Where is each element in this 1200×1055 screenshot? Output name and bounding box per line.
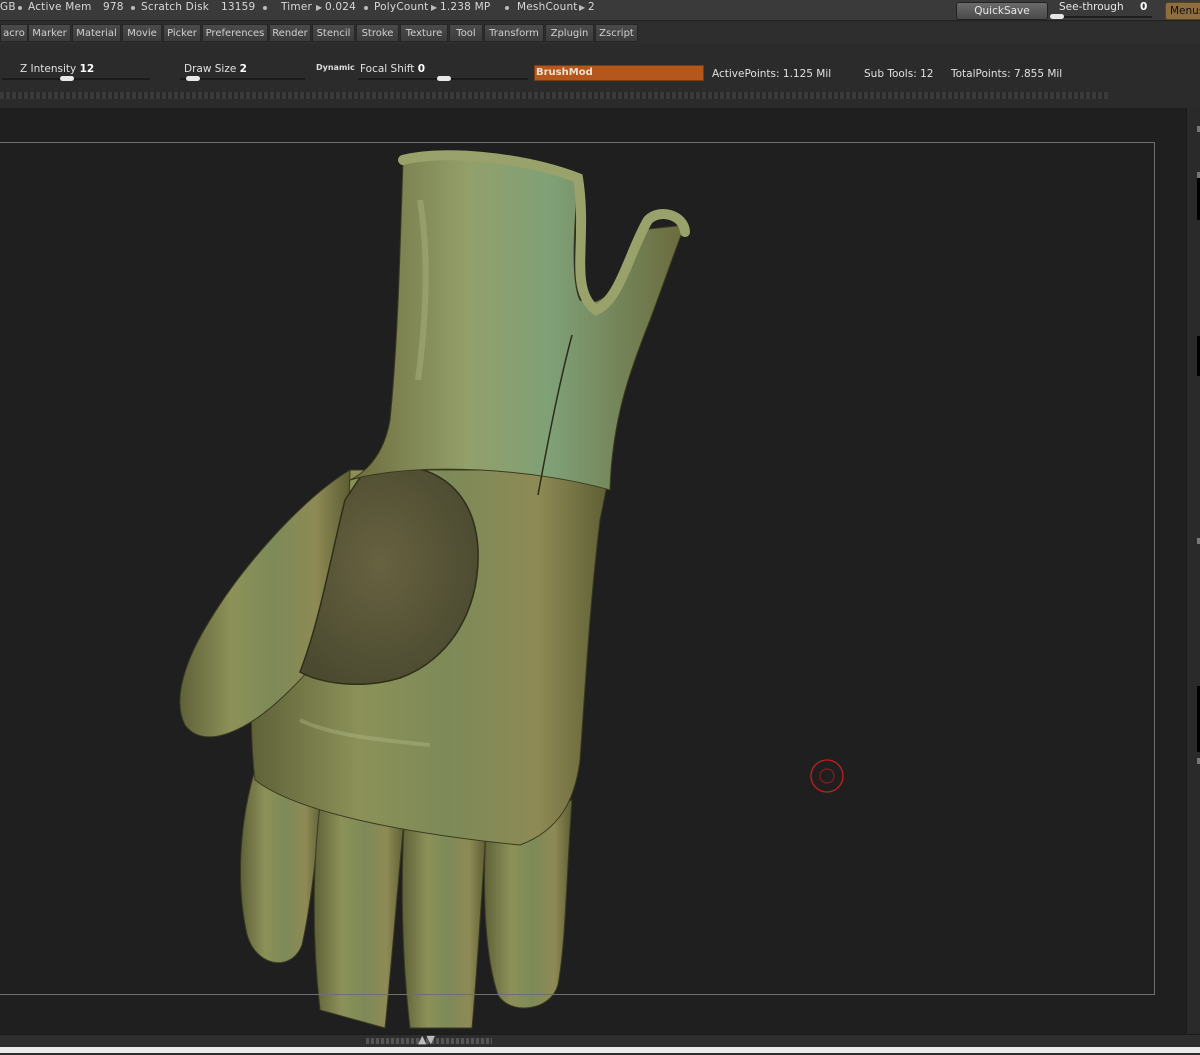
- chevron-up-icon[interactable]: ▲▼: [418, 1034, 435, 1045]
- right-shelf[interactable]: [1186, 108, 1200, 1048]
- see-through-value: 0: [1140, 1, 1148, 13]
- timer-label: Timer: [281, 1, 313, 13]
- see-through-slider-knob[interactable]: [1050, 14, 1064, 19]
- menu-material[interactable]: Material: [72, 24, 121, 42]
- focal-shift-slider-label: Focal Shift 0: [360, 63, 425, 75]
- menu-macro[interactable]: acro: [0, 24, 28, 42]
- tray-divider-grip[interactable]: [0, 92, 1108, 99]
- menu-picker[interactable]: Picker: [163, 24, 201, 42]
- active-mem-label: Active Mem: [28, 1, 92, 13]
- triangle-right-icon: ▶: [579, 3, 586, 12]
- triangle-right-icon: ▶: [431, 3, 438, 12]
- z-intensity-slider[interactable]: [2, 78, 150, 80]
- draw-size-slider-knob[interactable]: [186, 76, 200, 81]
- see-through-slider[interactable]: [1052, 16, 1152, 18]
- triangle-right-icon: ▶: [316, 3, 323, 12]
- see-through-label: See-through: [1059, 1, 1124, 13]
- active-points-readout: ActivePoints: 1.125 Mil: [712, 68, 832, 80]
- draw-size-value: 2: [239, 63, 247, 75]
- scratch-disk-label: Scratch Disk: [141, 1, 210, 13]
- separator-dot: [364, 6, 368, 10]
- menu-zplugin[interactable]: Zplugin: [545, 24, 594, 42]
- polycount-value: 1.238 MP: [440, 1, 491, 13]
- scratch-disk-value: 13159: [221, 1, 256, 13]
- gb-fragment: GB: [0, 1, 16, 13]
- z-intensity-slider-knob[interactable]: [60, 76, 74, 81]
- z-intensity-label: Z Intensity: [20, 63, 77, 75]
- menu-tool[interactable]: Tool: [449, 24, 483, 42]
- focal-shift-label: Focal Shift: [360, 63, 415, 75]
- brushmod-field[interactable]: BrushMod: [534, 65, 704, 81]
- menu-transform[interactable]: Transform: [484, 24, 544, 42]
- menu-preferences[interactable]: Preferences: [202, 24, 268, 42]
- menu-render[interactable]: Render: [269, 24, 311, 42]
- menu-marker[interactable]: Marker: [28, 24, 71, 42]
- separator-dot: [263, 6, 267, 10]
- separator-dot: [18, 6, 22, 10]
- status-bar: GB Active Mem 978 Scratch Disk 13159 Tim…: [0, 0, 1200, 21]
- dynamic-toggle[interactable]: Dynamic: [316, 63, 355, 72]
- separator-dot: [131, 6, 135, 10]
- menu-zscript[interactable]: Zscript: [595, 24, 638, 42]
- draw-size-slider-label: Draw Size 2: [184, 63, 247, 75]
- quicksave-button[interactable]: QuickSave: [956, 2, 1048, 20]
- draw-size-label: Draw Size: [184, 63, 237, 75]
- document-frame: [0, 142, 1155, 995]
- focal-shift-slider-knob[interactable]: [437, 76, 451, 81]
- menu-bar: acro Marker Material Movie Picker Prefer…: [0, 22, 1200, 44]
- bottom-tray-bar: ▲▼: [0, 1034, 1200, 1055]
- menu-stroke[interactable]: Stroke: [356, 24, 399, 42]
- polycount-label: PolyCount: [374, 1, 429, 13]
- menu-movie[interactable]: Movie: [122, 24, 162, 42]
- meshcount-label: MeshCount: [517, 1, 578, 13]
- menus-button[interactable]: Menus: [1165, 2, 1200, 20]
- active-mem-value: 978: [103, 1, 124, 13]
- menu-stencil[interactable]: Stencil: [312, 24, 355, 42]
- menu-texture[interactable]: Texture: [400, 24, 448, 42]
- focal-shift-value: 0: [417, 63, 426, 75]
- z-intensity-value: 12: [79, 63, 95, 75]
- bottom-strip: [0, 1047, 1200, 1053]
- meshcount-value: 2: [588, 1, 595, 13]
- total-points-readout: TotalPoints: 7.855 Mil: [951, 68, 1063, 80]
- sub-tools-readout: Sub Tools: 12: [864, 68, 934, 80]
- timer-value: 0.024: [325, 1, 357, 13]
- brush-settings-row: Z Intensity 12 Draw Size 2 Dynamic Focal…: [0, 48, 1200, 90]
- separator-dot: [505, 6, 509, 10]
- z-intensity-slider-label: Z Intensity 12: [20, 63, 94, 75]
